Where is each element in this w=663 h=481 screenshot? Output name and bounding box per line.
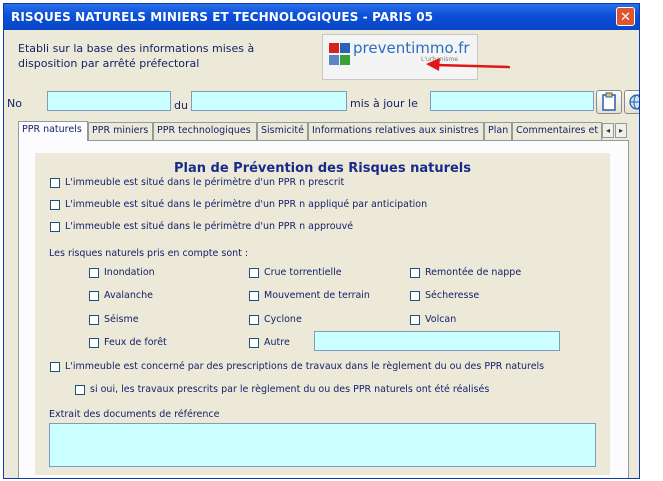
checkbox-ppr-approuve[interactable]	[50, 222, 60, 232]
page-scrollbar[interactable]	[644, 0, 663, 481]
label-ppr-prescrit: L'immeuble est situé dans le périmètre d…	[65, 177, 345, 188]
info-text: Etabli sur la base des informations mise…	[18, 42, 255, 70]
extract-label: Extrait des documents de référence	[49, 409, 220, 420]
label-travaux-realises: si oui, les travaux prescrits par le règ…	[90, 384, 490, 395]
label-crue-torrentielle: Crue torrentielle	[264, 267, 342, 278]
checkbox-seisme[interactable]	[89, 315, 99, 325]
checkbox-crue-torrentielle[interactable]	[249, 268, 259, 278]
checkbox-volcan[interactable]	[410, 315, 420, 325]
globe-icon	[629, 94, 639, 110]
label-seisme: Séisme	[104, 314, 139, 325]
maj-date-input[interactable]	[430, 91, 594, 111]
clipboard-button[interactable]	[596, 90, 622, 114]
tab-scroll-left-button[interactable]: ◂	[602, 123, 614, 138]
main-window: RISQUES NATURELS MINIERS ET TECHNOLOGIQU…	[3, 3, 640, 479]
tab-ppr-naturels[interactable]: PPR naturels	[18, 121, 88, 141]
checkbox-remontee-nappe[interactable]	[410, 268, 420, 278]
du-date-input[interactable]	[191, 91, 347, 111]
risks-label: Les risques naturels pris en compte sont…	[49, 248, 249, 259]
logo-brand: preventimmo.fr	[353, 39, 470, 57]
window-title: RISQUES NATURELS MINIERS ET TECHNOLOGIQU…	[11, 10, 434, 24]
label-secheresse: Sécheresse	[425, 290, 480, 301]
globe-button[interactable]	[624, 90, 639, 114]
tab-scroll-right-button[interactable]: ▸	[615, 123, 627, 138]
label-cyclone: Cyclone	[264, 314, 302, 325]
extract-textarea[interactable]	[49, 423, 596, 467]
label-feux-foret: Feux de forêt	[104, 337, 167, 348]
logo-green-square-icon	[340, 55, 350, 65]
checkbox-mouvement-terrain[interactable]	[249, 291, 259, 301]
checkbox-inondation[interactable]	[89, 268, 99, 278]
autre-input[interactable]	[314, 331, 560, 351]
tab-ppr-technologiques[interactable]: PPR technologiques	[153, 122, 257, 140]
label-inondation: Inondation	[104, 267, 155, 278]
checkbox-feux-foret[interactable]	[89, 338, 99, 348]
label-ppr-approuve: L'immeuble est situé dans le périmètre d…	[65, 221, 354, 232]
checkbox-travaux-realises[interactable]	[75, 385, 85, 395]
label-remontee-nappe: Remontée de nappe	[425, 267, 522, 278]
du-label: du	[174, 99, 188, 112]
label-volcan: Volcan	[425, 314, 457, 325]
label-ppr-anticipation: L'immeuble est situé dans le périmètre d…	[65, 199, 428, 210]
tab-informations-sinistres[interactable]: Informations relatives aux sinistres	[308, 122, 484, 140]
tab-ppr-miniers[interactable]: PPR miniers	[88, 122, 153, 140]
tab-commentaires[interactable]: Commentaires et	[512, 122, 602, 140]
checkbox-ppr-anticipation[interactable]	[50, 200, 60, 210]
logo-blue-square-icon	[340, 43, 350, 53]
checkbox-prescriptions[interactable]	[50, 362, 60, 372]
checkbox-autre[interactable]	[249, 338, 259, 348]
checkbox-cyclone[interactable]	[249, 315, 259, 325]
tab-plan[interactable]: Plan	[484, 122, 512, 140]
title-bar: RISQUES NATURELS MINIERS ET TECHNOLOGIQU…	[4, 4, 639, 30]
tab-sismicite[interactable]: Sismicité	[257, 122, 308, 140]
red-arrow-icon	[426, 58, 511, 71]
no-label: No	[7, 97, 22, 110]
label-prescriptions: L'immeuble est concerné par des prescrip…	[65, 361, 545, 372]
checkbox-secheresse[interactable]	[410, 291, 420, 301]
preventimmo-logo[interactable]: preventimmo.fr L'urbanisme	[322, 34, 478, 80]
checkbox-avalanche[interactable]	[89, 291, 99, 301]
logo-red-square-icon	[329, 43, 339, 53]
checkbox-ppr-prescrit[interactable]	[50, 178, 60, 188]
panel-heading: Plan de Prévention des Risques naturels	[173, 161, 472, 176]
label-avalanche: Avalanche	[104, 290, 153, 301]
logo-lightblue-square-icon	[329, 55, 339, 65]
close-button[interactable]: ✕	[616, 7, 635, 26]
label-mouvement-terrain: Mouvement de terrain	[264, 290, 370, 301]
clipboard-icon	[602, 92, 616, 111]
no-input[interactable]	[47, 91, 171, 111]
label-autre: Autre	[264, 337, 290, 348]
maj-label: mis à jour le	[350, 97, 418, 110]
